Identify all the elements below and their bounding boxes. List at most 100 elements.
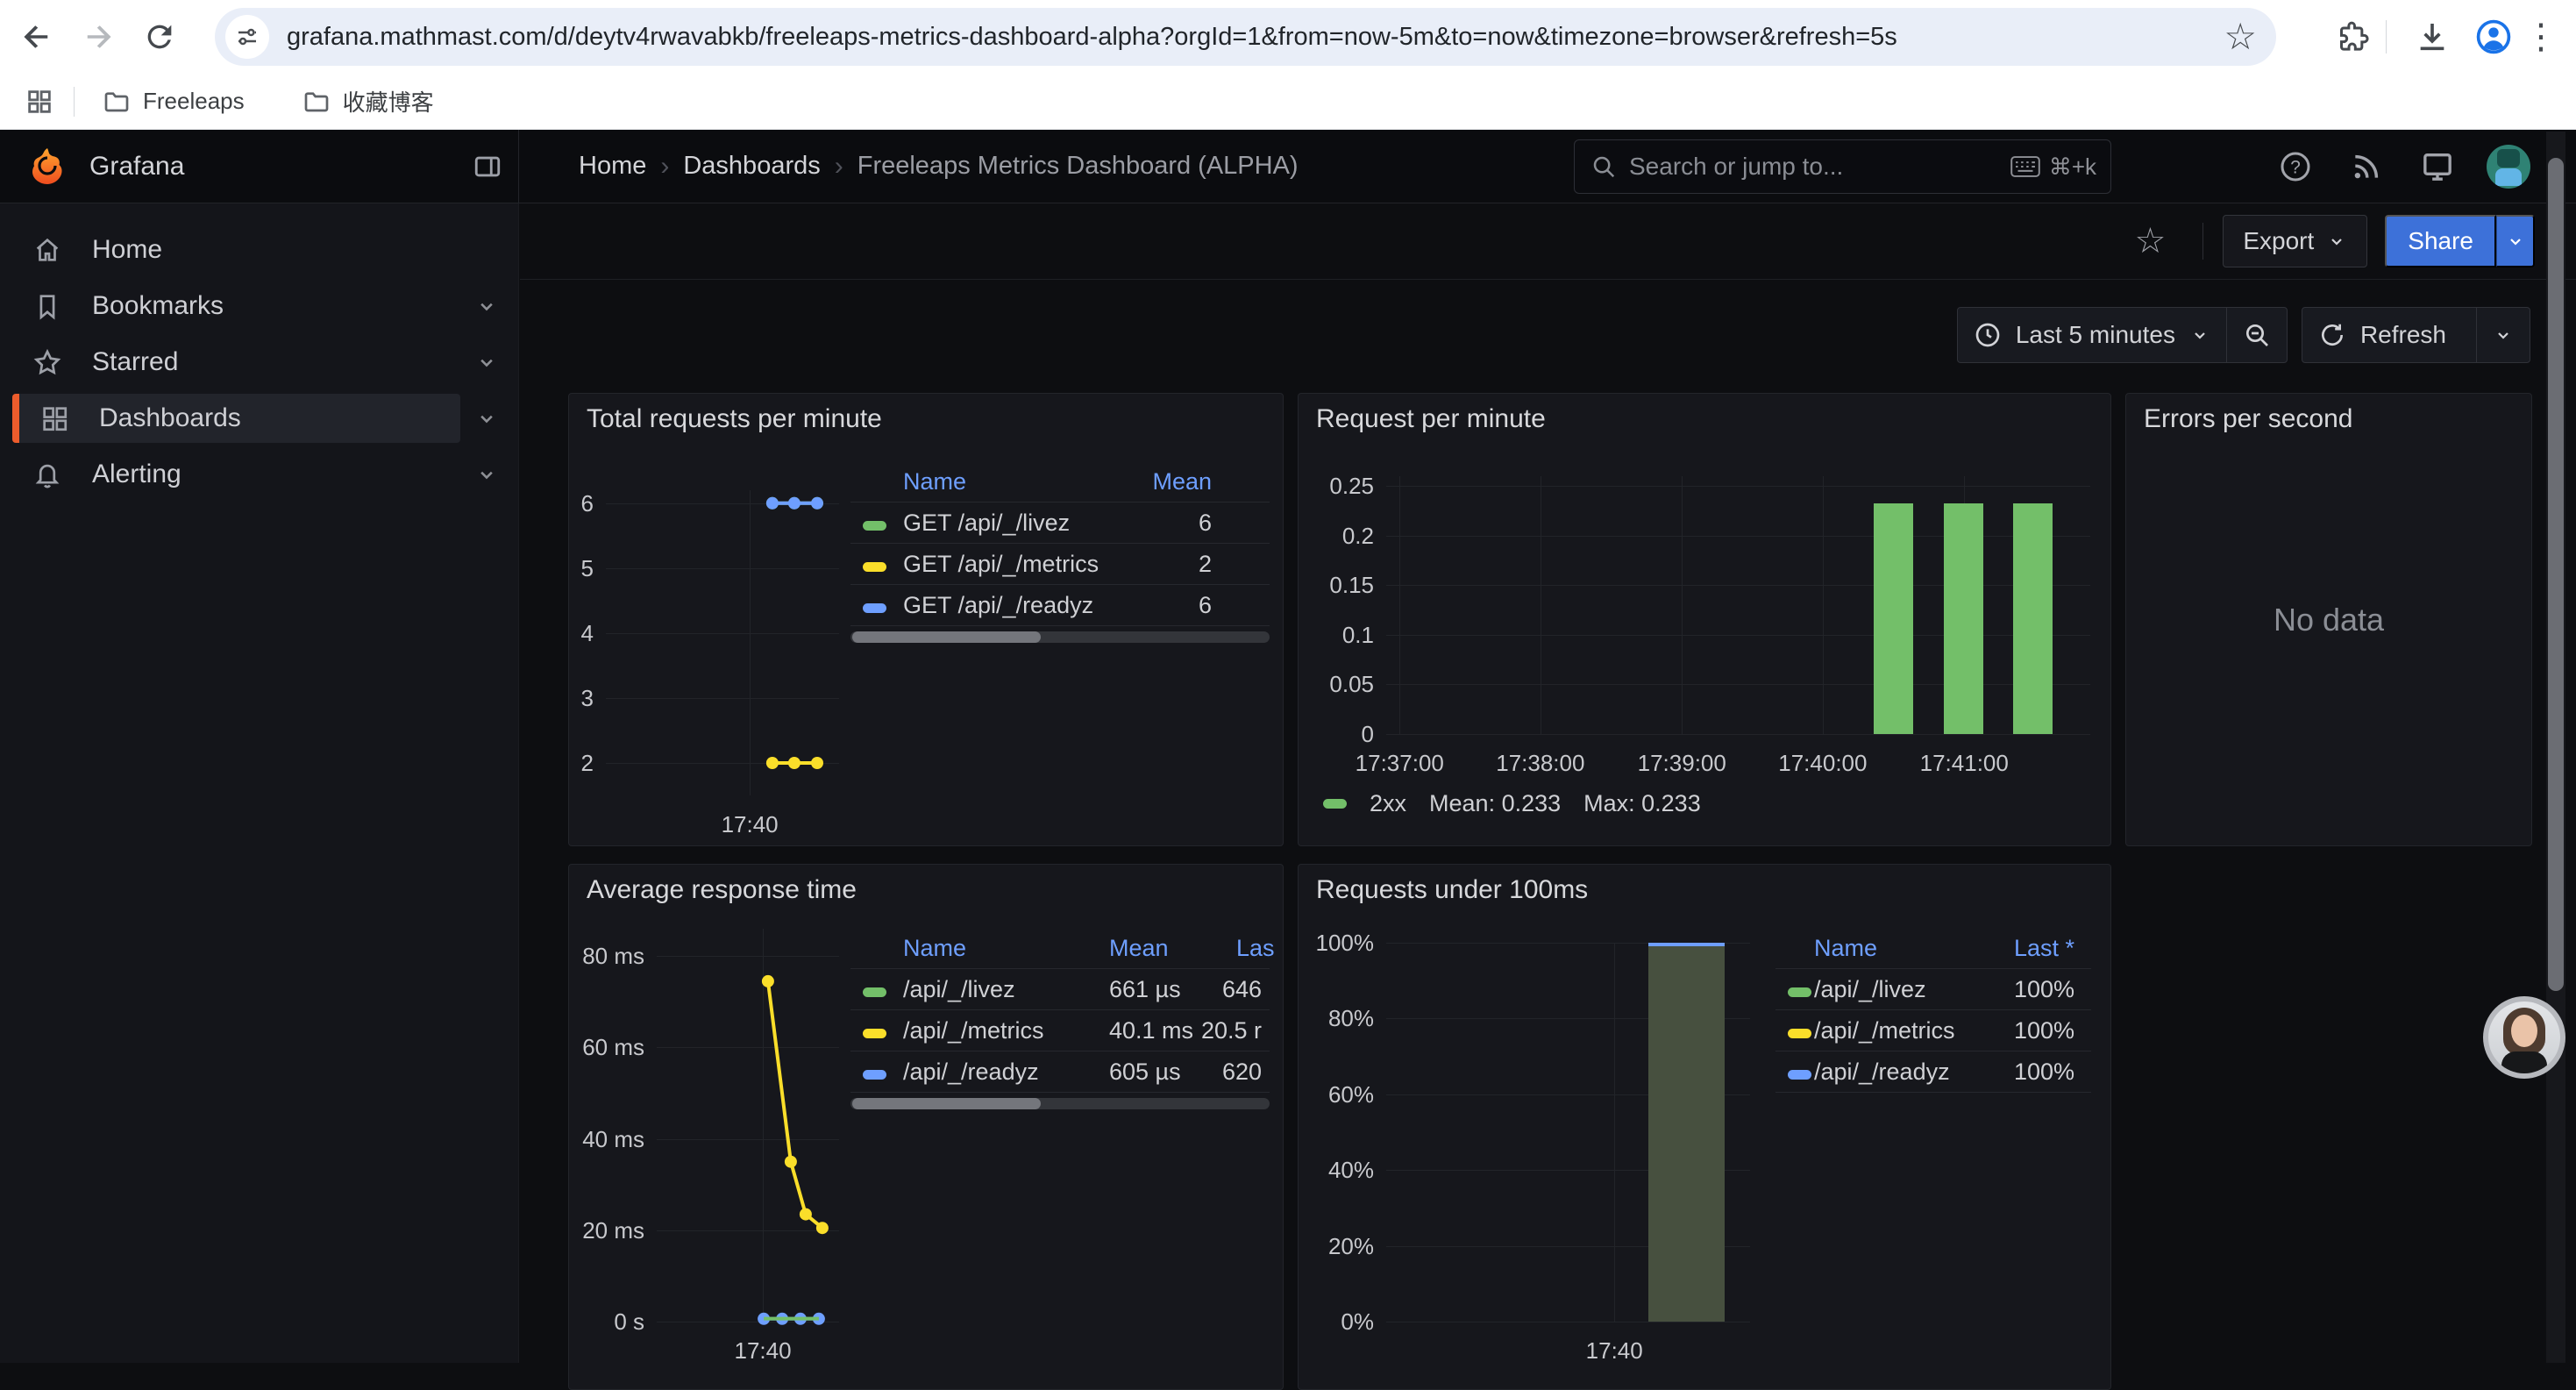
legend-scrollbar-thumb[interactable] [852, 631, 1041, 643]
time-range-picker[interactable]: Last 5 minutes [1958, 308, 2226, 362]
search-icon [1590, 153, 1617, 180]
legend-series-name[interactable]: /api/_/livez [903, 976, 1109, 1003]
legend-col-mean[interactable]: Mean [1109, 935, 1161, 962]
timeseries-chart[interactable]: 80 ms60 ms40 ms20 ms0 s17:40 [657, 929, 839, 1322]
sidebar-item-starred[interactable]: Starred [12, 338, 460, 387]
chevron-down-icon[interactable] [474, 462, 499, 487]
downloads-icon[interactable] [2408, 12, 2457, 61]
chevron-down-icon[interactable] [474, 406, 499, 431]
bar-chart[interactable]: 0.250.20.150.10.05017:37:0017:38:0017:39… [1386, 476, 2090, 734]
breadcrumb: Home Dashboards Freeleaps Metrics Dashbo… [579, 130, 1299, 203]
bar [2013, 503, 2053, 734]
series-plot [606, 490, 839, 795]
legend-scrollbar-thumb[interactable] [852, 1098, 1041, 1109]
search-shortcut: ⌘+k [2010, 153, 2096, 181]
legend-col-name[interactable]: Name [903, 468, 1127, 495]
y-tick-label: 20% [1298, 1232, 1374, 1260]
legend-series-name[interactable]: /api/_/metrics [903, 1017, 1109, 1044]
dock-menu-icon[interactable] [473, 152, 502, 182]
legend-scrollbar[interactable] [850, 1098, 1270, 1109]
share-menu-chevron[interactable] [2496, 215, 2535, 267]
back-icon[interactable] [12, 12, 61, 61]
chevron-down-icon[interactable] [474, 294, 499, 318]
search-input[interactable] [1629, 153, 2010, 181]
bookmark-folder-freeleaps[interactable]: Freeleaps [94, 82, 253, 121]
panel-title[interactable]: Requests under 100ms [1316, 875, 1588, 905]
series-plot [657, 929, 839, 1322]
brand-name[interactable]: Grafana [89, 152, 184, 182]
legend-col-last[interactable]: Last * [1989, 935, 2074, 962]
svg-text:?: ? [2290, 157, 2301, 177]
site-settings-icon[interactable] [225, 15, 269, 59]
user-avatar[interactable] [2487, 130, 2530, 203]
legend-series-name[interactable]: /api/_/readyz [1814, 1059, 1989, 1086]
y-tick-label: 0.1 [1298, 621, 1374, 649]
y-tick-label: 40% [1298, 1156, 1374, 1184]
legend-series-name[interactable]: GET /api/_/metrics [903, 551, 1127, 578]
breadcrumb-dashboards[interactable]: Dashboards [683, 152, 820, 181]
y-tick-label: 6 [568, 489, 594, 517]
apps-grid-icon[interactable] [25, 87, 54, 117]
sidebar-row-starred: Starred [0, 334, 518, 390]
legend-mean-value: 40.1 ms [1109, 1017, 1161, 1044]
y-tick-label: 0 [1298, 720, 1374, 748]
sidebar-item-home[interactable]: Home [12, 225, 460, 274]
legend-series-name[interactable]: /api/_/metrics [1814, 1017, 1989, 1044]
panel-title[interactable]: Total requests per minute [587, 404, 882, 434]
legend-col-name[interactable]: Name [903, 935, 1109, 962]
help-icon[interactable]: ? [2278, 130, 2313, 203]
sidebar-item-bookmarks[interactable]: Bookmarks [12, 282, 460, 331]
sidebar-item-alerting[interactable]: Alerting [12, 450, 460, 499]
legend-series-name[interactable]: GET /api/_/livez [903, 510, 1127, 537]
news-rss-icon[interactable] [2350, 130, 2383, 203]
legend-col-last[interactable]: Las [1161, 935, 1262, 962]
reload-icon[interactable] [135, 12, 184, 61]
legend-series-name[interactable]: GET /api/_/readyz [903, 592, 1127, 619]
zoom-out-button[interactable] [2226, 308, 2287, 362]
legend-col-mean[interactable]: Mean [1127, 468, 1212, 495]
bookmark-folder-blogs[interactable]: 收藏博客 [294, 80, 443, 123]
share-split-button: Share [2385, 215, 2535, 267]
export-button[interactable]: Export [2223, 215, 2367, 267]
refresh-interval-chevron[interactable] [2476, 308, 2530, 362]
legend-row: /api/_/livez 100% [1775, 969, 2091, 1010]
browser-menu-icon[interactable]: ⋮ [2523, 17, 2558, 57]
address-bar[interactable]: grafana.mathmast.com/d/deytv4rwavabkb/fr… [215, 8, 2276, 66]
y-tick-label: 0.05 [1298, 670, 1374, 698]
panel-title[interactable]: Average response time [587, 875, 857, 905]
assistant-avatar[interactable] [2483, 996, 2565, 1079]
legend-col-name[interactable]: Name [1814, 935, 1989, 962]
page-scrollbar[interactable] [2546, 132, 2565, 1363]
panel-errors-per-second: Errors per second No data [2125, 393, 2532, 846]
share-button[interactable]: Share [2385, 215, 2496, 267]
kiosk-monitor-icon[interactable] [2420, 130, 2455, 203]
bar-chart[interactable]: 100%80%60%40%20%0%17:40 [1386, 943, 1750, 1322]
grafana-logo-icon[interactable] [26, 146, 68, 188]
toolbar-divider [2202, 223, 2203, 260]
gridline [1386, 684, 2090, 685]
legend-series-name[interactable]: /api/_/readyz [903, 1059, 1109, 1086]
panel-total-requests-per-minute: Total requests per minute 6543217:40 Nam… [568, 393, 1284, 846]
legend-row: /api/_/readyz 100% [1775, 1051, 2091, 1093]
toolbar-divider [2386, 20, 2387, 53]
legend-scrollbar[interactable] [850, 631, 1270, 643]
panel-title[interactable]: Request per minute [1316, 404, 1546, 434]
brand-block: Grafana [0, 130, 519, 203]
legend-series-name[interactable]: 2xx [1370, 790, 1406, 817]
dashboard-toolbar: ☆ Export Share [520, 203, 2576, 280]
legend-series-name[interactable]: /api/_/livez [1814, 976, 1989, 1003]
search-box[interactable]: ⌘+k [1574, 139, 2111, 194]
series-color-pill [1788, 1070, 1811, 1080]
chevron-down-icon[interactable] [474, 350, 499, 374]
breadcrumb-home[interactable]: Home [579, 152, 646, 181]
scrollbar-thumb[interactable] [2548, 158, 2564, 991]
profile-avatar-icon[interactable] [2469, 12, 2518, 61]
forward-icon[interactable] [74, 12, 123, 61]
timeseries-chart[interactable]: 6543217:40 [606, 490, 839, 795]
extensions-icon[interactable] [2328, 12, 2377, 61]
favorite-star-icon[interactable]: ☆ [2134, 224, 2166, 259]
refresh-button[interactable]: Refresh [2302, 308, 2476, 362]
bookmark-star-icon[interactable]: ☆ [2224, 18, 2257, 55]
legend-row: /api/_/readyz 605 µs 620 [850, 1051, 1270, 1093]
sidebar-item-dashboards[interactable]: Dashboards [12, 394, 460, 443]
